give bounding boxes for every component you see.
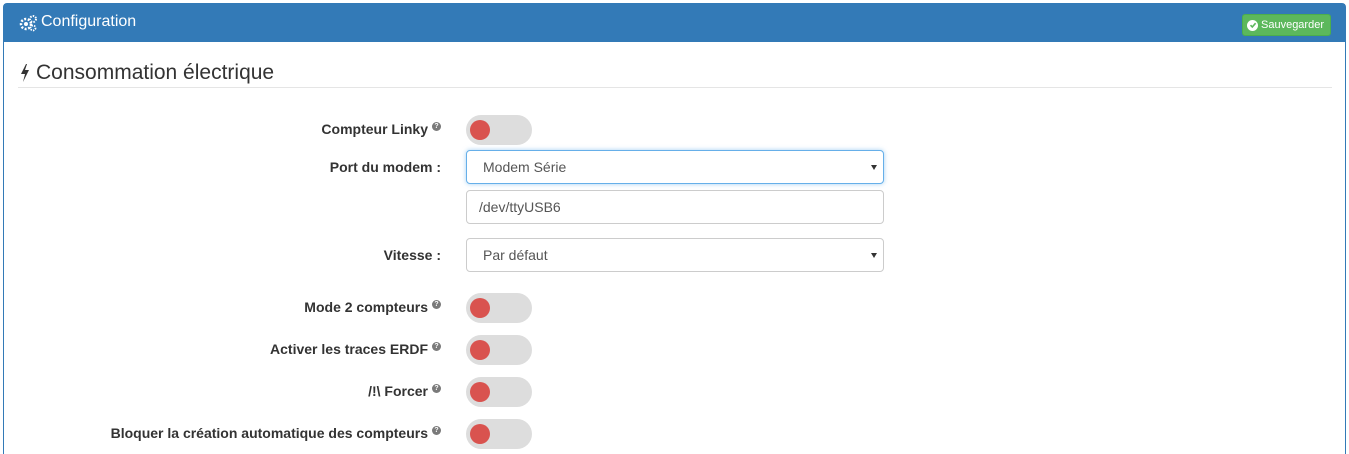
row-force: /!\ Forcer? [4,374,1344,408]
toggle-knob [470,382,490,402]
row-device-path: /dev/ttyUSB6 [4,190,1344,224]
help-icon[interactable]: ? [432,426,441,435]
section-title: Consommation électrique [36,61,275,84]
save-button-label: Sauvegarder [1261,19,1324,31]
row-modem-port: Port du modem : Modem Série [4,150,1344,184]
save-button[interactable]: Sauvegarder [1242,14,1331,36]
bolt-icon [21,64,29,82]
two-meters-toggle[interactable] [466,293,532,323]
label-linky: Compteur Linky? [321,112,441,146]
row-two-meters: Mode 2 compteurs? [4,290,1344,324]
linky-toggle[interactable] [466,115,532,145]
label-modem-port: Port du modem : [329,159,441,175]
caret-down-icon [871,165,877,170]
caret-down-icon [871,253,877,258]
label-erdf-traces: Activer les traces ERDF? [270,332,441,366]
label-speed: Vitesse : [383,247,441,263]
speed-value: Par défaut [483,247,548,263]
label-two-meters: Mode 2 compteurs? [304,290,441,324]
help-icon[interactable]: ? [432,342,441,351]
block-auto-toggle[interactable] [466,419,532,449]
modem-port-select[interactable]: Modem Série [466,150,884,184]
help-icon[interactable]: ? [432,384,441,393]
force-toggle[interactable] [466,377,532,407]
row-linky: Compteur Linky? [4,112,1344,146]
device-path-input[interactable]: /dev/ttyUSB6 [466,190,884,224]
row-speed: Vitesse : Par défaut [4,238,1344,272]
help-icon[interactable]: ? [432,122,441,131]
toggle-knob [470,120,490,140]
panel-heading: Configuration Sauvegarder [4,4,1345,42]
modem-port-value: Modem Série [483,159,567,175]
panel-title: Configuration [41,13,137,30]
toggle-knob [470,340,490,360]
speed-select[interactable]: Par défaut [466,238,884,272]
toggle-knob [470,298,490,318]
toggle-knob [470,424,490,444]
device-path-value: /dev/ttyUSB6 [479,199,561,215]
gears-icon [19,15,37,32]
check-circle-icon [1247,19,1258,31]
erdf-traces-toggle[interactable] [466,335,532,365]
section-header: Consommation électrique [18,58,1332,88]
label-block-auto: Bloquer la création automatique des comp… [111,416,441,450]
help-icon[interactable]: ? [432,300,441,309]
row-block-auto: Bloquer la création automatique des comp… [4,416,1344,450]
row-erdf-traces: Activer les traces ERDF? [4,332,1344,366]
label-force: /!\ Forcer? [368,374,441,408]
configuration-panel: Configuration Sauvegarder Consommation é… [3,3,1346,454]
